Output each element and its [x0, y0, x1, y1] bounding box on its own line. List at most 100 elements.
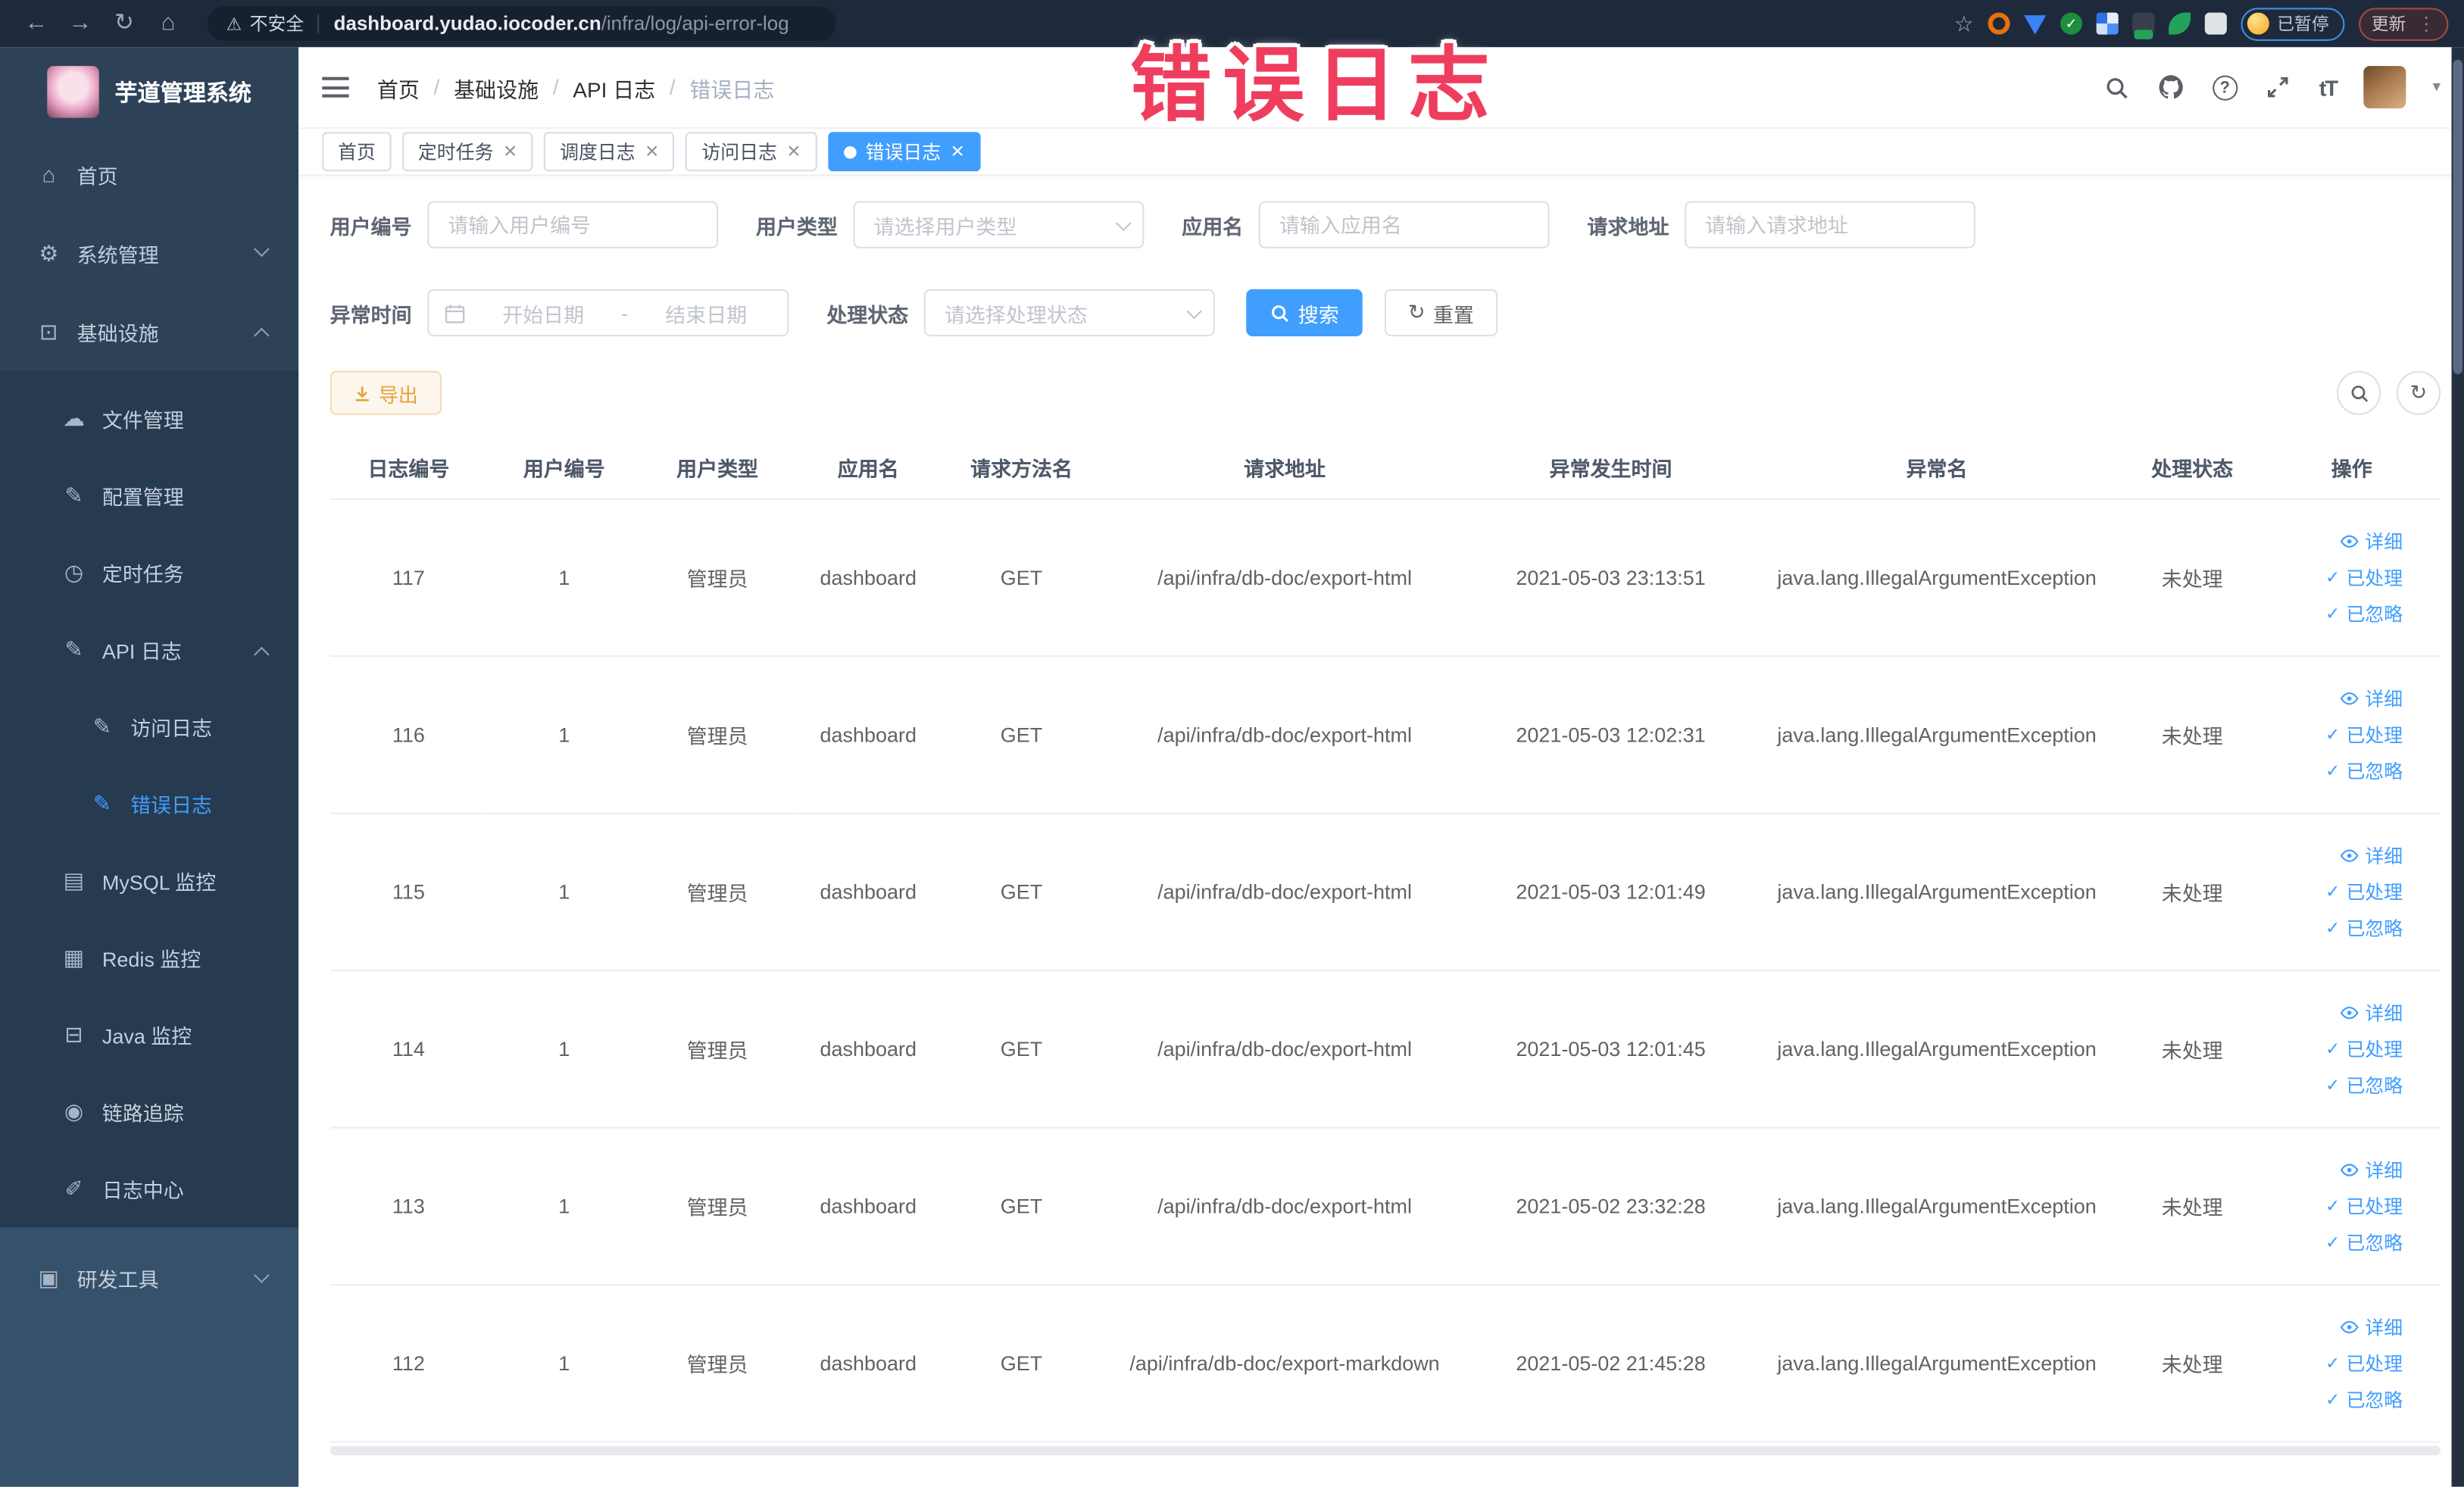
- bookmark-star-icon[interactable]: ☆: [1954, 13, 1974, 35]
- app-name-input[interactable]: [1258, 201, 1550, 248]
- extension-shield-icon[interactable]: [2024, 15, 2047, 35]
- mark-processed-link[interactable]: ✓ 已处理: [2325, 1035, 2403, 1061]
- avatar-caret-icon[interactable]: ▾: [2433, 79, 2441, 96]
- sidebar-item-access-log[interactable]: ✎ 访问日志: [0, 689, 298, 766]
- mark-ignored-link[interactable]: ✓ 已忽略: [2325, 914, 2403, 940]
- mark-ignored-link[interactable]: ✓ 已忽略: [2325, 1071, 2403, 1098]
- user-id-input[interactable]: [427, 201, 719, 248]
- profile-paused-badge[interactable]: 已暂停: [2241, 7, 2345, 40]
- breadcrumb-api-log[interactable]: API 日志: [573, 71, 655, 102]
- mark-processed-link[interactable]: ✓ 已处理: [2325, 564, 2403, 590]
- date-range-picker[interactable]: 开始日期 - 结束日期: [427, 289, 789, 336]
- select-placeholder: 请选择处理状态: [944, 302, 1088, 326]
- sidebar-item-redis-monitor[interactable]: ▦ Redis 监控: [0, 920, 298, 997]
- github-icon[interactable]: [2157, 73, 2185, 101]
- mark-processed-link[interactable]: ✓ 已处理: [2325, 1349, 2403, 1376]
- browser-extensions-area: ☆ ✓ 已暂停 更新 ⋮: [1954, 7, 2449, 40]
- mark-ignored-link[interactable]: ✓ 已忽略: [2325, 757, 2403, 783]
- browser-menu-kebab-icon[interactable]: ⋮: [2417, 13, 2436, 35]
- browser-reload-icon[interactable]: ↻: [104, 0, 145, 47]
- avatar[interactable]: [2363, 66, 2406, 109]
- extension-grid-icon[interactable]: [2096, 12, 2119, 35]
- font-size-icon[interactable]: tT: [2319, 75, 2338, 100]
- close-icon[interactable]: ✕: [645, 142, 659, 162]
- sidebar-item-config-management[interactable]: ✎ 配置管理: [0, 458, 298, 535]
- sidebar-item-error-log[interactable]: ✎ 错误日志: [0, 765, 298, 842]
- extensions-puzzle-icon[interactable]: [2204, 12, 2227, 35]
- not-secure-label: 不安全: [249, 15, 304, 35]
- clock-icon: ◷: [64, 559, 84, 585]
- detail-link[interactable]: 详细: [2340, 1156, 2403, 1182]
- eye-icon: [2340, 1320, 2359, 1333]
- sidebar-item-infrastructure[interactable]: ⊡ 基础设施: [0, 292, 298, 371]
- sidebar-item-log-center[interactable]: ✐ 日志中心: [0, 1151, 298, 1228]
- mark-ignored-link[interactable]: ✓ 已忽略: [2325, 1385, 2403, 1412]
- close-icon[interactable]: ✕: [951, 142, 965, 162]
- sidebar-item-trace[interactable]: ◉ 链路追踪: [0, 1073, 298, 1151]
- mark-processed-link[interactable]: ✓ 已处理: [2325, 720, 2403, 747]
- breadcrumb-error-log: 错误日志: [689, 77, 775, 102]
- detail-link[interactable]: 详细: [2340, 527, 2403, 554]
- chart-icon: ▤: [63, 867, 85, 893]
- sidebar-collapse-icon[interactable]: [322, 77, 349, 98]
- browser-forward-icon[interactable]: →: [60, 0, 101, 47]
- breadcrumb-infrastructure[interactable]: 基础设施: [454, 71, 539, 102]
- user-type-select[interactable]: 请选择用户类型: [853, 201, 1145, 248]
- chrome-update-badge[interactable]: 更新 ⋮: [2359, 7, 2449, 40]
- mark-ignored-link[interactable]: ✓ 已忽略: [2325, 599, 2403, 626]
- sidebar-item-dev-tools[interactable]: ▣ 研发工具: [0, 1240, 298, 1316]
- page-content: 用户编号 用户类型 请选择用户类型 应用名: [298, 176, 2464, 1486]
- calendar-icon: [445, 304, 465, 323]
- help-icon[interactable]: ?: [2212, 74, 2238, 100]
- sidebar-item-system-management[interactable]: ⚙ 系统管理: [0, 214, 298, 292]
- filter-user-id: 用户编号: [330, 201, 719, 248]
- sidebar-item-mysql-monitor[interactable]: ▤ MySQL 监控: [0, 842, 298, 920]
- search-button[interactable]: 搜索: [1246, 289, 1363, 336]
- extension-onoff-icon[interactable]: [2132, 12, 2155, 39]
- breadcrumb-home[interactable]: 首页: [377, 71, 420, 102]
- horizontal-scrollbar[interactable]: [329, 1445, 2441, 1455]
- browser-home-icon[interactable]: ⌂: [148, 0, 189, 47]
- tab-access-log[interactable]: 访问日志 ✕: [685, 132, 817, 172]
- extension-check-icon[interactable]: ✓: [2060, 12, 2082, 35]
- mark-ignored-link[interactable]: ✓ 已忽略: [2325, 1228, 2403, 1254]
- refresh-icon: ↻: [1408, 300, 1426, 324]
- sidebar-logo-band[interactable]: 芋道管理系统: [0, 47, 298, 135]
- vertical-scrollbar[interactable]: [2451, 47, 2464, 1487]
- mark-processed-link[interactable]: ✓ 已处理: [2325, 1192, 2403, 1219]
- toggle-search-button[interactable]: [2337, 370, 2381, 415]
- sidebar-item-scheduled-jobs[interactable]: ◷ 定时任务: [0, 534, 298, 611]
- start-date-placeholder: 开始日期: [502, 302, 585, 326]
- close-icon[interactable]: ✕: [503, 142, 517, 162]
- tab-schedule-log[interactable]: 调度日志 ✕: [544, 132, 676, 172]
- sidebar-item-file-management[interactable]: ☁ 文件管理: [0, 380, 298, 458]
- monitor-icon: ⊡: [39, 318, 58, 344]
- eye-icon: [2340, 848, 2359, 861]
- sidebar-item-java-monitor[interactable]: ⊟ Java 监控: [0, 996, 298, 1073]
- fullscreen-icon[interactable]: [2264, 73, 2292, 101]
- browser-back-icon[interactable]: ←: [16, 0, 57, 47]
- sidebar-item-home[interactable]: ⌂ 首页: [0, 135, 298, 214]
- tab-scheduled-jobs[interactable]: 定时任务 ✕: [402, 132, 533, 172]
- extension-orange-icon[interactable]: [1988, 12, 2010, 35]
- request-url-input[interactable]: [1685, 201, 1976, 248]
- reset-button[interactable]: ↻ 重置: [1384, 289, 1498, 336]
- export-button[interactable]: 导出: [329, 370, 442, 415]
- toolbox-icon: ▣: [38, 1264, 60, 1290]
- refresh-table-button[interactable]: ↻: [2396, 370, 2441, 415]
- sidebar-item-api-log[interactable]: ✎ API 日志: [0, 611, 298, 689]
- detail-link[interactable]: 详细: [2340, 998, 2403, 1025]
- mark-processed-link[interactable]: ✓ 已处理: [2325, 878, 2403, 904]
- detail-link[interactable]: 详细: [2340, 685, 2403, 711]
- tab-home[interactable]: 首页: [322, 132, 392, 172]
- extension-leaf-icon[interactable]: [2169, 12, 2191, 35]
- detail-link[interactable]: 详细: [2340, 842, 2403, 868]
- scrollbar-thumb[interactable]: [2453, 59, 2463, 374]
- process-status-select[interactable]: 请选择处理状态: [923, 289, 1215, 336]
- close-icon[interactable]: ✕: [786, 142, 801, 162]
- search-icon[interactable]: [2102, 73, 2130, 101]
- check-icon: ✓: [2325, 568, 2341, 587]
- address-bar[interactable]: ⚠ 不安全 dashboard.yudao.iocoder.cn/infra/l…: [207, 6, 836, 41]
- tab-error-log[interactable]: 错误日志 ✕: [827, 132, 981, 172]
- detail-link[interactable]: 详细: [2340, 1313, 2403, 1339]
